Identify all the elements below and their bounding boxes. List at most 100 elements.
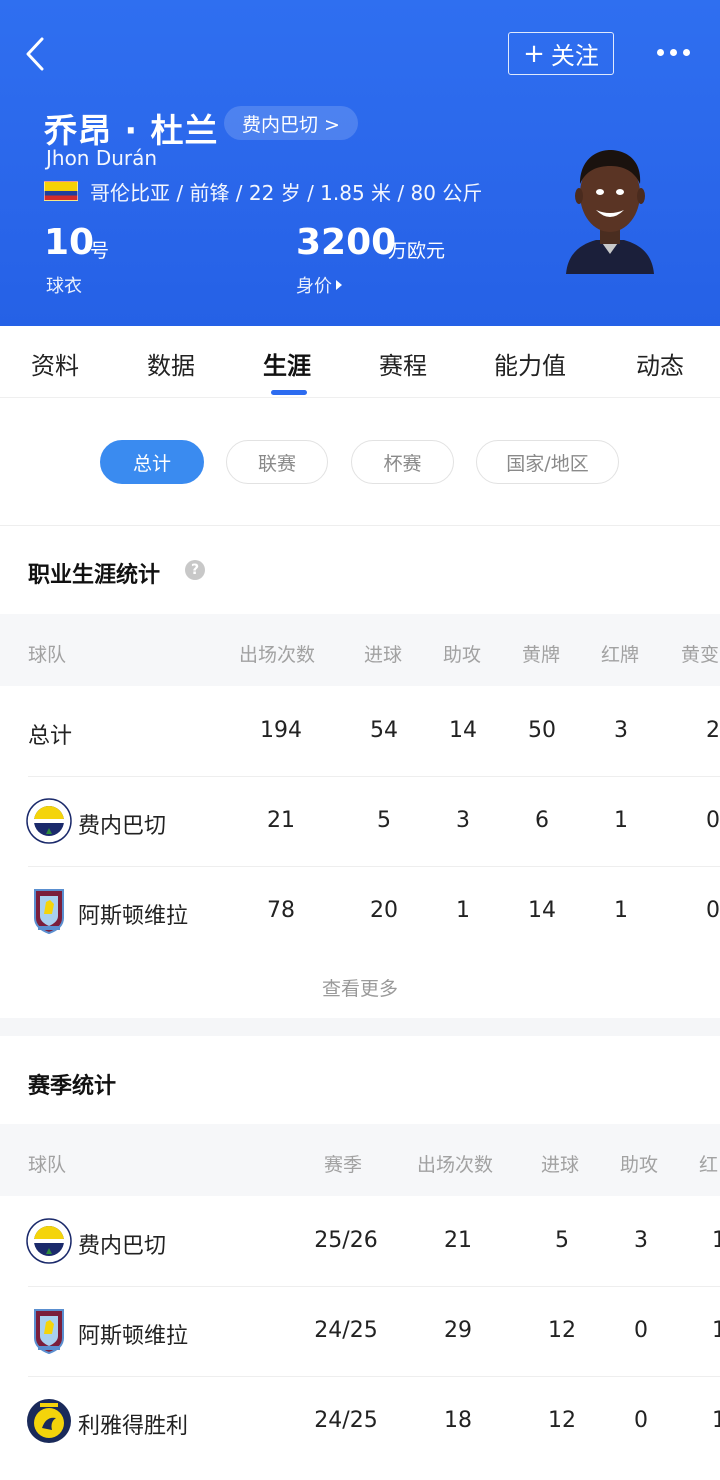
col-season: 赛季 bbox=[324, 1154, 363, 1176]
active-tab-indicator bbox=[271, 390, 307, 395]
market-value-unit: 万欧元 bbox=[388, 240, 446, 262]
help-icon[interactable]: ? bbox=[185, 560, 205, 580]
second-yellow-value: 0 bbox=[706, 808, 720, 833]
table-row[interactable]: 阿斯顿维拉 78 20 1 14 1 0 bbox=[0, 866, 720, 956]
team-name: 阿斯顿维拉 bbox=[78, 1324, 189, 1349]
filter-total[interactable]: 总计 bbox=[100, 440, 204, 484]
table-row: 总计 194 54 14 50 3 2 bbox=[0, 686, 720, 776]
col-second-yellow: 黄变 bbox=[681, 644, 720, 666]
market-value: 3200 bbox=[296, 222, 397, 263]
filter-cup[interactable]: 杯赛 bbox=[351, 440, 454, 484]
player-header: + 关注 乔昂 · 杜兰 费内巴切 > Jhon Durán 哥伦比亚 / 前锋… bbox=[0, 0, 720, 326]
col-apps: 出场次数 bbox=[239, 644, 316, 666]
caret-right-icon bbox=[336, 280, 342, 290]
col-assists: 助攻 bbox=[443, 644, 482, 666]
yellow-value: 6 bbox=[535, 808, 549, 833]
season-table-header: 球队 赛季 出场次数 进球 助攻 红 bbox=[0, 1124, 720, 1196]
goals-value: 20 bbox=[370, 898, 398, 923]
assists-value: 1 bbox=[456, 898, 470, 923]
see-more-link[interactable]: 查看更多 bbox=[0, 974, 720, 1001]
player-name-en: Jhon Durán bbox=[46, 146, 158, 170]
al-nassr-badge-icon bbox=[27, 1399, 71, 1443]
plus-icon: + bbox=[523, 38, 545, 69]
yellow-value: 14 bbox=[528, 898, 556, 923]
tab-news[interactable]: 动态 bbox=[636, 346, 684, 381]
team-name: 阿斯顿维拉 bbox=[78, 904, 189, 929]
col-apps: 出场次数 bbox=[417, 1154, 494, 1176]
market-value-link[interactable]: 身价 bbox=[296, 272, 342, 298]
col-team: 球队 bbox=[28, 1154, 67, 1176]
second-yellow-value: 2 bbox=[706, 718, 720, 743]
filter-league[interactable]: 联赛 bbox=[226, 440, 328, 484]
chevron-left-icon bbox=[26, 37, 44, 71]
team-name: 利雅得胜利 bbox=[78, 1414, 189, 1439]
section-gap bbox=[0, 1018, 720, 1036]
tab-stats[interactable]: 数据 bbox=[147, 346, 195, 381]
apps-value: 21 bbox=[444, 1228, 472, 1253]
follow-button[interactable]: + 关注 bbox=[508, 32, 614, 75]
red-value: 1 bbox=[712, 1408, 720, 1433]
follow-label: 关注 bbox=[550, 42, 599, 70]
col-yellow: 黄牌 bbox=[522, 644, 561, 666]
col-team: 球队 bbox=[28, 644, 67, 666]
back-button[interactable] bbox=[18, 36, 52, 72]
yellow-value: 50 bbox=[528, 718, 556, 743]
season-value: 24/25 bbox=[314, 1318, 378, 1343]
tab-schedule[interactable]: 赛程 bbox=[379, 346, 427, 381]
filter-national[interactable]: 国家/地区 bbox=[476, 440, 619, 484]
assists-value: 3 bbox=[634, 1228, 648, 1253]
team-name: 总计 bbox=[28, 724, 73, 749]
goals-value: 12 bbox=[548, 1318, 576, 1343]
apps-value: 194 bbox=[260, 718, 302, 743]
assists-value: 0 bbox=[634, 1318, 648, 1343]
table-row[interactable]: 阿斯顿维拉 24/25 29 12 0 1 bbox=[0, 1286, 720, 1376]
player-photo bbox=[566, 150, 654, 274]
apps-value: 21 bbox=[267, 808, 295, 833]
player-name-cn: 乔昂 · 杜兰 bbox=[44, 111, 219, 150]
season-value: 24/25 bbox=[314, 1408, 378, 1433]
divider bbox=[0, 525, 720, 526]
col-red: 红牌 bbox=[601, 644, 640, 666]
goals-value: 12 bbox=[548, 1408, 576, 1433]
aston-villa-badge-icon bbox=[34, 1309, 64, 1354]
goals-value: 5 bbox=[377, 808, 391, 833]
red-value: 1 bbox=[614, 808, 628, 833]
red-value: 3 bbox=[614, 718, 628, 743]
career-section-title: 职业生涯统计 bbox=[28, 563, 161, 588]
table-row[interactable]: 费内巴切 21 5 3 6 1 0 bbox=[0, 776, 720, 866]
table-row[interactable]: 费内巴切 25/26 21 5 3 1 bbox=[0, 1196, 720, 1286]
dot-icon bbox=[656, 48, 664, 56]
tab-career[interactable]: 生涯 bbox=[263, 346, 311, 381]
col-assists: 助攻 bbox=[620, 1154, 659, 1176]
goals-value: 5 bbox=[555, 1228, 569, 1253]
team-name: 费内巴切 bbox=[78, 814, 167, 839]
team-name: 费内巴切 bbox=[78, 1234, 167, 1259]
assists-value: 3 bbox=[456, 808, 470, 833]
market-value-label: 身价 bbox=[296, 276, 332, 297]
red-value: 1 bbox=[712, 1228, 720, 1253]
aston-villa-badge-icon bbox=[34, 889, 64, 934]
jersey-label: 球衣 bbox=[46, 276, 82, 297]
jersey-number: 10 bbox=[44, 222, 95, 263]
apps-value: 18 bbox=[444, 1408, 472, 1433]
colombia-flag-icon bbox=[44, 181, 78, 201]
col-goals: 进球 bbox=[541, 1154, 580, 1176]
table-row[interactable]: 利雅得胜利 24/25 18 12 0 1 bbox=[0, 1376, 720, 1466]
second-yellow-value: 0 bbox=[706, 898, 720, 923]
assists-value: 0 bbox=[634, 1408, 648, 1433]
col-goals: 进球 bbox=[364, 644, 403, 666]
club-link-chip[interactable]: 费内巴切 > bbox=[224, 106, 358, 140]
dot-icon bbox=[669, 48, 677, 56]
tab-ability[interactable]: 能力值 bbox=[494, 346, 566, 381]
tab-profile[interactable]: 资料 bbox=[31, 346, 79, 381]
fenerbahce-badge-icon bbox=[26, 1218, 72, 1264]
dot-icon bbox=[682, 48, 690, 56]
season-section-title: 赛季统计 bbox=[28, 1074, 117, 1099]
apps-value: 29 bbox=[444, 1318, 472, 1343]
career-table-header: 球队 出场次数 进球 助攻 黄牌 红牌 黄变 bbox=[0, 614, 720, 686]
goals-value: 54 bbox=[370, 718, 398, 743]
profile-tabs: 资料 数据 生涯 赛程 能力值 动态 bbox=[0, 326, 720, 398]
more-options-button[interactable] bbox=[650, 36, 696, 68]
col-red: 红 bbox=[699, 1154, 719, 1176]
jersey-unit: 号 bbox=[90, 240, 110, 262]
